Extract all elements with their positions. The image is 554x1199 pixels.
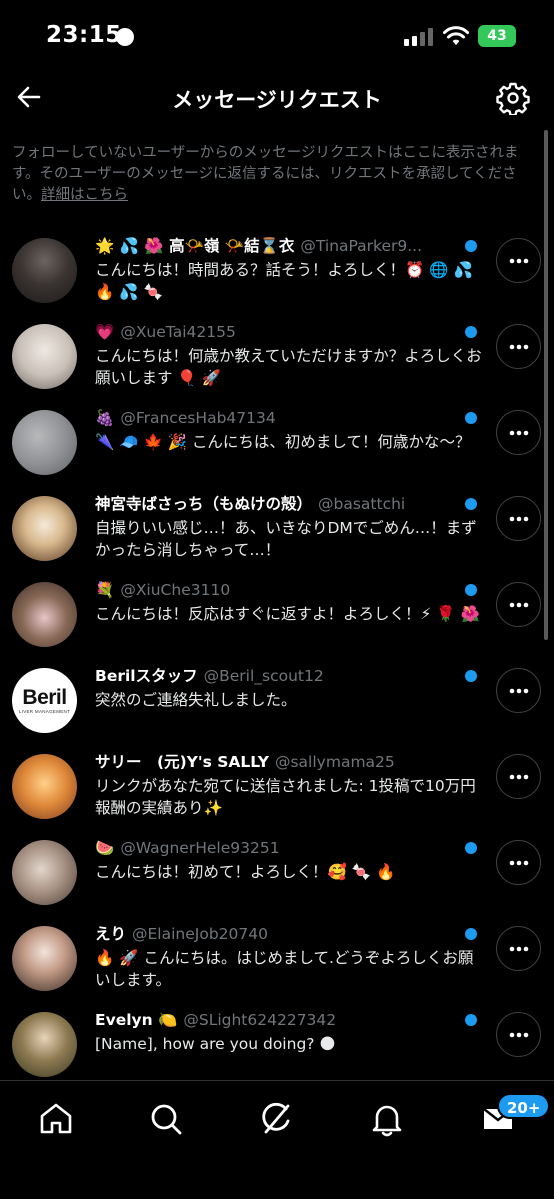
ellipsis-icon	[509, 1032, 528, 1037]
user-handle: @WagnerHele93251	[120, 839, 280, 857]
display-name: 💗	[95, 323, 115, 341]
list-item[interactable]: 💐 @XiuChe3110 こんにちは！反応はすぐに返すよ！よろしく！⚡ 🌹 🌺	[0, 572, 554, 658]
bell-icon[interactable]	[367, 1099, 407, 1139]
avatar	[12, 840, 77, 905]
list-item[interactable]: 🌟 💦 🌺 高📯嶺 📯結⌛衣 @TinaParker9... こんにちは！時間ある…	[0, 228, 554, 314]
more-options-button[interactable]	[496, 410, 541, 455]
ellipsis-icon	[509, 946, 528, 951]
unread-dot-icon	[465, 498, 477, 510]
recording-dot-icon	[116, 28, 134, 46]
user-handle: @sallymama25	[274, 753, 395, 771]
message-preview: 🔥 🚀 こんにちは。はじめまして.どうぞよろしくお願いします。	[95, 949, 474, 989]
display-name: サリー (元)Y's SALLY	[95, 753, 269, 771]
list-item[interactable]: Evelyn 🍋 @SLight624227342 [Name], how are…	[0, 1002, 554, 1088]
more-options-button[interactable]	[496, 840, 541, 885]
learn-more-link[interactable]: 詳細はこちら	[41, 187, 128, 203]
ellipsis-icon	[509, 258, 528, 263]
gear-icon[interactable]	[496, 81, 530, 115]
search-icon[interactable]	[146, 1099, 186, 1139]
avatar	[12, 582, 77, 647]
beril-logo-tagline: LIVER MANAGEMENT	[18, 709, 71, 714]
user-handle: @basattchi	[318, 495, 406, 513]
message-preview: こんにちは！反応はすぐに返すよ！よろしく！⚡ 🌹 🌺	[95, 605, 480, 623]
wifi-icon	[443, 26, 469, 45]
more-options-button[interactable]	[496, 926, 541, 971]
user-handle: @XueTai42155	[120, 323, 236, 341]
more-options-button[interactable]	[496, 238, 541, 283]
avatar	[12, 324, 77, 389]
unread-dot-icon	[465, 1014, 477, 1026]
list-item[interactable]: 🍇 @FrancesHab47134 🌂 🧢 🍁 🎉 こんにちは、初めまして！何歳…	[0, 400, 554, 486]
more-options-button[interactable]	[496, 582, 541, 627]
header: メッセージリクエスト	[0, 72, 554, 124]
display-name: Evelyn 🍋	[95, 1011, 178, 1029]
unread-dot-icon	[465, 584, 477, 596]
avatar	[12, 238, 77, 303]
cellular-signal-icon	[404, 28, 434, 46]
home-icon[interactable]	[36, 1099, 76, 1139]
avatar	[12, 754, 77, 819]
display-name: 🍉	[95, 839, 115, 857]
list-item[interactable]: 神宮寺ばさっち（もぬけの殻） @basattchi 自撮りいい感じ…！あ、いきなり…	[0, 486, 554, 572]
avatar	[12, 926, 77, 991]
list-item[interactable]: 🍉 @WagnerHele93251 こんにちは！初めて！よろしく！🥰 🍬 🔥	[0, 830, 554, 916]
unread-dot-icon	[465, 928, 477, 940]
user-handle: @ElaineJob20740	[132, 925, 268, 943]
unread-dot-icon	[465, 670, 477, 682]
user-handle: @SLight624227342	[183, 1011, 337, 1029]
message-preview: こんにちは！初めて！よろしく！🥰 🍬 🔥	[95, 863, 396, 881]
display-name: 神宮寺ばさっち（もぬけの殻）	[95, 495, 313, 513]
message-preview: こんにちは！何歳か教えていただけますか？よろしくお願いします 🎈 🚀	[95, 347, 482, 387]
more-options-button[interactable]	[496, 668, 541, 713]
ellipsis-icon	[509, 774, 528, 779]
unread-dot-icon	[465, 240, 477, 252]
unread-dot-icon	[465, 412, 477, 424]
message-preview: [Name], how are you doing? 🌑	[95, 1035, 336, 1053]
display-name: えり	[95, 925, 127, 943]
user-handle: @TinaParker9...	[300, 237, 423, 255]
more-options-button[interactable]	[496, 1012, 541, 1057]
ellipsis-icon	[509, 344, 528, 349]
more-options-button[interactable]	[496, 496, 541, 541]
display-name: 🍇	[95, 409, 115, 427]
ellipsis-icon	[509, 688, 528, 693]
display-name: Berilスタッフ	[95, 667, 198, 685]
message-preview: 🌂 🧢 🍁 🎉 こんにちは、初めまして！何歳かな～？	[95, 433, 471, 451]
unread-dot-icon	[465, 326, 477, 338]
display-name: 💐	[95, 581, 115, 599]
list-item[interactable]: サリー (元)Y's SALLY @sallymama25 リンクがあなた宛てに送…	[0, 744, 554, 830]
message-preview: こんにちは！時間ある？話そう！よろしく！⏰ 🌐 💦 🔥 💦 🍬	[95, 261, 473, 301]
ellipsis-icon	[509, 430, 528, 435]
battery-indicator: 43	[478, 25, 516, 47]
display-name: 🌟 💦 🌺 高📯嶺 📯結⌛衣	[95, 237, 295, 255]
request-description: フォローしていないユーザーからのメッセージリクエストはここに表示されます。そのユ…	[12, 143, 544, 206]
ellipsis-icon	[509, 516, 528, 521]
user-handle: @FrancesHab47134	[120, 409, 276, 427]
ellipsis-icon	[509, 602, 528, 607]
page-title: メッセージリクエスト	[172, 88, 382, 112]
user-handle: @XiuChe3110	[120, 581, 231, 599]
avatar: Beril LIVER MANAGEMENT	[12, 668, 77, 733]
status-bar: 23:15 43	[0, 0, 554, 72]
list-item[interactable]: 💗 @XueTai42155 こんにちは！何歳か教えていただけますか？よろしくお願…	[0, 314, 554, 400]
more-options-button[interactable]	[496, 754, 541, 799]
ellipsis-icon	[509, 860, 528, 865]
unread-dot-icon	[465, 842, 477, 854]
beril-logo-word: Beril	[22, 686, 67, 709]
list-item[interactable]: Beril LIVER MANAGEMENT Berilスタッフ @Beril_s…	[0, 658, 554, 744]
slash-circle-icon[interactable]	[256, 1099, 296, 1139]
user-handle: @Beril_scout12	[203, 667, 324, 685]
message-preview: 突然のご連絡失礼しました。	[95, 691, 297, 709]
messages-badge: 20+	[497, 1093, 551, 1119]
message-preview: 自撮りいい感じ…！あ、いきなりDMでごめん…！まずかったら消しちゃって…！	[95, 519, 477, 559]
list-item[interactable]: えり @ElaineJob20740 🔥 🚀 こんにちは。はじめまして.どうぞよろ…	[0, 916, 554, 1002]
avatar	[12, 410, 77, 475]
avatar	[12, 1012, 77, 1077]
message-preview: リンクがあなた宛てに送信されました: 1投稿で10万円報酬の実績あり✨	[95, 777, 476, 817]
bottom-nav	[0, 1080, 554, 1199]
status-time: 23:15	[46, 22, 122, 48]
more-options-button[interactable]	[496, 324, 541, 369]
avatar	[12, 496, 77, 561]
